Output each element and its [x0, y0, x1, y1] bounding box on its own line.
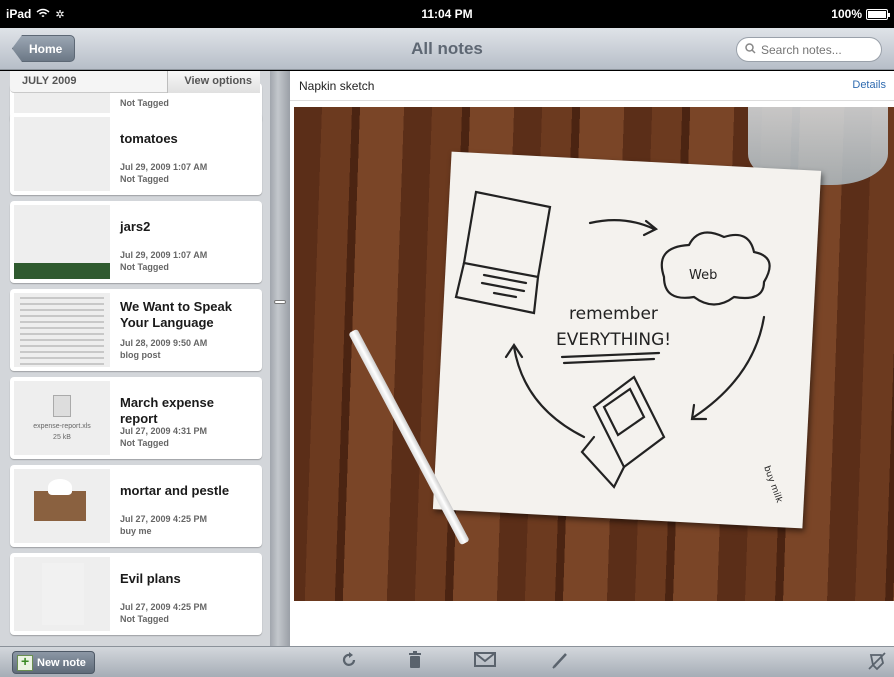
view-options-button[interactable]: View options	[167, 71, 260, 93]
divider-handle[interactable]	[274, 300, 286, 304]
note-title: Napkin sketch	[299, 79, 375, 93]
note-detail: Napkin sketch Details remember EVERYTHIN…	[290, 71, 894, 646]
note-date: Jul 27, 2009 4:25 PM	[120, 602, 208, 612]
sketch-text-remember: remember	[569, 304, 658, 324]
clock: 11:04 PM	[421, 7, 473, 21]
note-header: Napkin sketch Details	[290, 71, 894, 101]
pane-divider[interactable]	[270, 71, 290, 646]
list-item[interactable]: jars2 Jul 29, 2009 1:07 AM Not Tagged	[10, 201, 262, 283]
note-tag: Not Tagged	[120, 174, 169, 184]
battery-icon	[866, 8, 890, 20]
new-note-label: New note	[37, 656, 86, 669]
note-thumbnail	[14, 557, 110, 631]
sketch-text-everything: EVERYTHING!	[556, 330, 671, 350]
details-link[interactable]: Details	[852, 79, 886, 91]
note-title: Evil plans	[120, 571, 181, 586]
sketch-text-note: buy milk	[761, 465, 784, 505]
bottom-toolbar: New note	[0, 646, 894, 677]
note-title: We Want to Speak Your Language	[120, 299, 232, 330]
status-bar: iPad ✲ 11:04 PM 100%	[0, 0, 894, 28]
attachment-size: 25 kB	[53, 434, 71, 441]
note-image: remember EVERYTHING! Web buy milk	[294, 107, 894, 601]
list-item[interactable]: tomatoes Jul 29, 2009 1:07 AM Not Tagged	[10, 113, 262, 195]
note-thumbnail	[14, 293, 110, 367]
notes-sidebar: Not Tagged tomatoes Jul 29, 2009 1:07 AM…	[0, 71, 270, 646]
note-tag: Not Tagged	[120, 262, 169, 272]
new-note-icon	[17, 653, 33, 671]
new-note-button[interactable]: New note	[12, 651, 95, 674]
sketch-drawing: remember EVERYTHING! Web buy milk	[454, 190, 784, 505]
note-date: Jul 28, 2009 9:50 AM	[120, 338, 208, 348]
note-date: Jul 29, 2009 1:07 AM	[120, 250, 208, 260]
list-item[interactable]: Evil plans Jul 27, 2009 4:25 PM Not Tagg…	[10, 553, 262, 635]
note-title: jars2	[120, 219, 151, 234]
note-thumbnail: expense-report.xls 25 kB	[14, 381, 110, 455]
search-box[interactable]	[736, 37, 882, 62]
note-thumbnail	[14, 205, 110, 279]
search-input[interactable]	[761, 42, 871, 57]
note-thumbnail	[14, 117, 110, 191]
note-title: March expense report	[120, 395, 214, 426]
battery-percent: 100%	[831, 7, 862, 21]
note-date: Jul 29, 2009 1:07 AM	[120, 162, 208, 172]
note-date: Jul 27, 2009 4:25 PM	[120, 514, 208, 524]
sketch-text-web: Web	[689, 268, 717, 283]
nav-bar: Home All notes	[0, 28, 894, 70]
note-title: mortar and pestle	[120, 483, 230, 498]
note-tag: buy me	[120, 526, 152, 536]
sidebar-header: JULY 2009 View options	[10, 71, 260, 93]
note-title: tomatoes	[120, 131, 178, 146]
refresh-icon[interactable]	[338, 651, 360, 673]
search-icon	[745, 42, 756, 57]
note-tag: Not Tagged	[120, 98, 169, 108]
note-tag: blog post	[120, 350, 161, 360]
month-label: JULY 2009	[22, 75, 77, 87]
document-icon	[53, 395, 71, 417]
edit-icon[interactable]	[550, 651, 572, 673]
note-tag: Not Tagged	[120, 438, 169, 448]
trash-icon[interactable]	[404, 651, 426, 673]
note-tag: Not Tagged	[120, 614, 169, 624]
list-item[interactable]: expense-report.xls 25 kB March expense r…	[10, 377, 262, 459]
elephant-icon[interactable]	[866, 651, 888, 673]
list-item[interactable]: We Want to Speak Your Language Jul 28, 2…	[10, 289, 262, 371]
mail-icon[interactable]	[474, 651, 496, 673]
note-thumbnail	[14, 469, 110, 543]
attachment-name: expense-report.xls	[33, 423, 91, 430]
list-item[interactable]: mortar and pestle Jul 27, 2009 4:25 PM b…	[10, 465, 262, 547]
note-date: Jul 27, 2009 4:31 PM	[120, 426, 208, 436]
